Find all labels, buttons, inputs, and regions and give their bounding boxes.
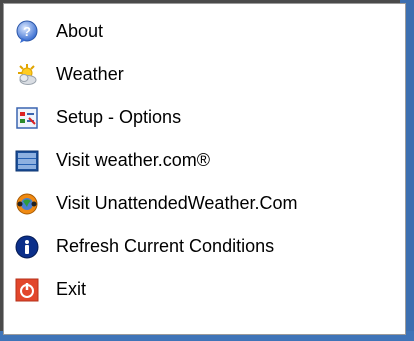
exit-icon (14, 277, 40, 303)
menu-item-setup-options[interactable]: Setup - Options (4, 96, 405, 139)
menu-item-label: About (56, 21, 104, 41)
weather-icon (14, 62, 40, 88)
menu-item-about[interactable]: ? About (4, 10, 405, 53)
info-icon (14, 234, 40, 260)
context-menu: ? About Weather Setup - Options Visit we… (3, 3, 406, 335)
menu-item-label: Refresh Current Conditions (56, 236, 275, 256)
menu-item-refresh-conditions[interactable]: Refresh Current Conditions (4, 225, 405, 268)
menu-item-label: Exit (56, 279, 87, 299)
menu-item-label: Weather (56, 64, 124, 84)
options-icon (14, 105, 40, 131)
menu-item-label: Setup - Options (56, 107, 182, 127)
menu-item-weather[interactable]: Weather (4, 53, 405, 96)
menu-item-visit-weather-com[interactable]: Visit weather.com® (4, 139, 405, 182)
menu-item-label: Visit weather.com® (56, 150, 210, 170)
menu-item-exit[interactable]: Exit (4, 268, 405, 311)
weather-channel-icon (14, 148, 40, 174)
menu-item-visit-unattendedweather[interactable]: Visit UnattendedWeather.Com (4, 182, 405, 225)
svg-text:?: ? (23, 24, 31, 39)
web-globe-icon (14, 191, 40, 217)
menu-item-label: Visit UnattendedWeather.Com (56, 193, 298, 213)
help-icon: ? (14, 19, 40, 45)
